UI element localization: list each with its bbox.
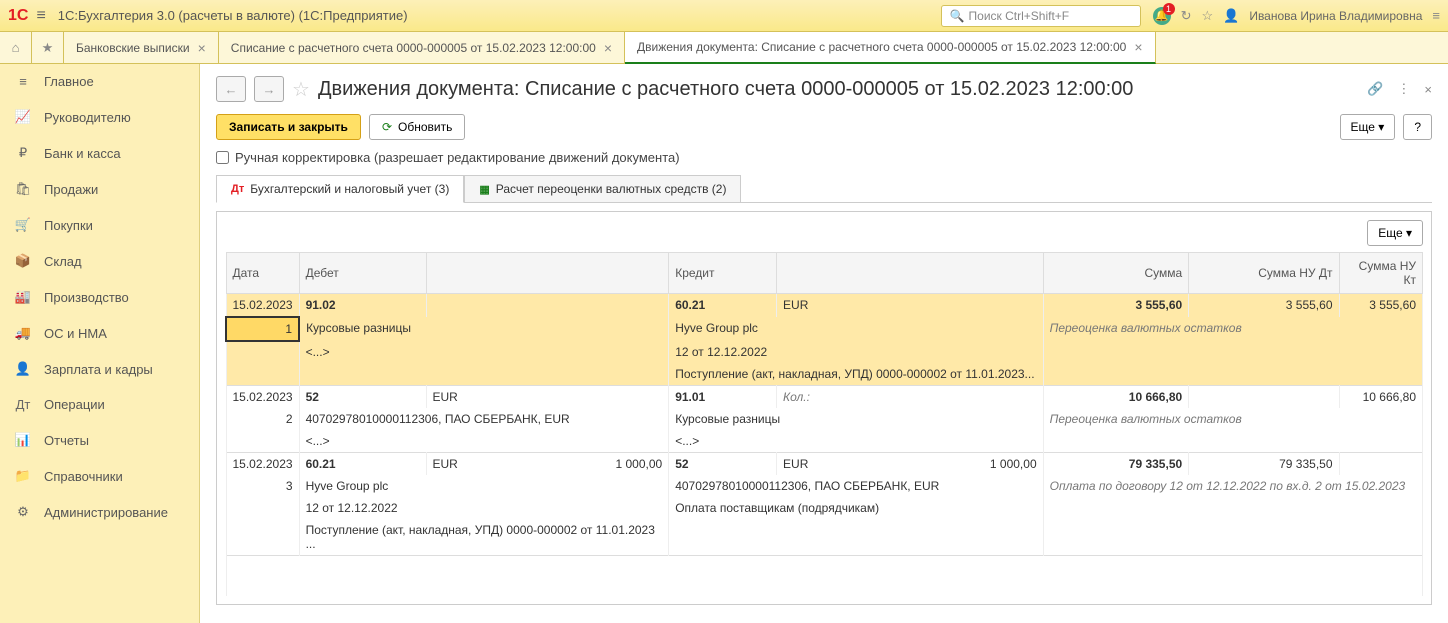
- manual-edit-label: Ручная корректировка (разрешает редактир…: [235, 150, 680, 165]
- cart-icon: 🛒: [14, 217, 32, 233]
- table-row[interactable]: Поступление (акт, накладная, УПД) 0000-0…: [226, 519, 1423, 556]
- tabbar: ⌂ ★ Банковские выписки × Списание с расч…: [0, 32, 1448, 64]
- bag-icon: 🛍: [14, 181, 32, 197]
- save-close-button[interactable]: Записать и закрыть: [216, 114, 361, 140]
- sidebar-item-warehouse[interactable]: 📦Склад: [0, 243, 199, 279]
- ops-icon: Дт: [14, 397, 32, 412]
- table-row[interactable]: <...> 12 от 12.12.2022: [226, 341, 1423, 363]
- col-credit: Кредит: [669, 253, 777, 294]
- sidebar-item-production[interactable]: 🏭Производство: [0, 279, 199, 315]
- table-row[interactable]: 15.02.2023 60.21 EUR1 000,00 52 EUR1 000…: [226, 453, 1423, 476]
- sidebar-item-operations[interactable]: ДтОперации: [0, 387, 199, 422]
- col-sum-kt: Сумма НУ Кт: [1339, 253, 1423, 294]
- chart-icon: 📈: [14, 109, 32, 125]
- ruble-icon: ₽: [14, 145, 32, 161]
- nav-forward-button[interactable]: →: [254, 76, 284, 102]
- tab-accounting[interactable]: ДтБухгалтерский и налоговый учет (3): [216, 175, 464, 203]
- content: ← → ☆ Движения документа: Списание с рас…: [200, 64, 1448, 623]
- help-button[interactable]: ?: [1403, 114, 1432, 140]
- data-panel: Еще ▾ Дата Дебет Кредит Сумма Сумма НУ Д…: [216, 211, 1432, 605]
- sidebar-item-admin[interactable]: ⚙Администрирование: [0, 494, 199, 530]
- col-sum: Сумма: [1043, 253, 1189, 294]
- sidebar-item-assets[interactable]: 🚚ОС и НМА: [0, 315, 199, 351]
- factory-icon: 🏭: [14, 289, 32, 305]
- folder-icon: 📁: [14, 468, 32, 484]
- sidebar-item-manager[interactable]: 📈Руководителю: [0, 99, 199, 135]
- sidebar-item-reports[interactable]: 📊Отчеты: [0, 422, 199, 458]
- gear-icon: ⚙: [14, 504, 32, 520]
- header-icons: 🔔 1 ↻ ☆ 👤 Иванова Ирина Владимировна ≡: [1153, 7, 1440, 25]
- tab-revaluation[interactable]: ▦Расчет переоценки валютных средств (2): [464, 175, 741, 202]
- dt-kt-icon: Дт: [231, 183, 244, 195]
- home-icon: ≡: [14, 74, 32, 89]
- truck-icon: 🚚: [14, 325, 32, 341]
- close-icon[interactable]: ×: [1134, 39, 1142, 55]
- user-icon[interactable]: 👤: [1223, 8, 1239, 24]
- table-row[interactable]: 15.02.2023 91.02 60.21 EUR 3 555,60 3 55…: [226, 294, 1423, 318]
- app-title: 1С:Бухгалтерия 3.0 (расчеты в валюте) (1…: [58, 8, 408, 23]
- app-header: 1С ≡ 1С:Бухгалтерия 3.0 (расчеты в валют…: [0, 0, 1448, 32]
- page-title: Движения документа: Списание с расчетног…: [318, 78, 1134, 101]
- sidebar: ≡Главное 📈Руководителю ₽Банк и касса 🛍Пр…: [0, 64, 200, 623]
- menu-icon[interactable]: ≡: [36, 7, 45, 25]
- close-icon[interactable]: ×: [1424, 82, 1432, 97]
- table-icon: ▦: [479, 183, 489, 196]
- sidebar-item-main[interactable]: ≡Главное: [0, 64, 199, 99]
- notifications-icon[interactable]: 🔔 1: [1153, 7, 1171, 25]
- search-input[interactable]: 🔍 Поиск Ctrl+Shift+F: [941, 5, 1141, 27]
- history-icon[interactable]: ↻: [1181, 8, 1192, 24]
- box-icon: 📦: [14, 253, 32, 269]
- person-icon: 👤: [14, 361, 32, 377]
- link-icon[interactable]: 🔗: [1367, 81, 1383, 97]
- table-row[interactable]: Поступление (акт, накладная, УПД) 0000-0…: [226, 363, 1423, 386]
- table-row[interactable]: <...> <...>: [226, 430, 1423, 453]
- settings-icon[interactable]: ≡: [1432, 8, 1440, 23]
- sidebar-item-salary[interactable]: 👤Зарплата и кадры: [0, 351, 199, 387]
- sidebar-item-sales[interactable]: 🛍Продажи: [0, 171, 199, 207]
- tab-movements[interactable]: Движения документа: Списание с расчетног…: [625, 32, 1155, 64]
- sidebar-item-bank[interactable]: ₽Банк и касса: [0, 135, 199, 171]
- search-icon: 🔍: [950, 9, 965, 23]
- more-button[interactable]: Еще ▾: [1340, 114, 1396, 140]
- manual-edit-checkbox[interactable]: [216, 151, 229, 164]
- refresh-icon: ⟳: [382, 120, 392, 134]
- table-row[interactable]: 2 40702978010000112306, ПАО СБЕРБАНК, EU…: [226, 408, 1423, 430]
- panel-more-button[interactable]: Еще ▾: [1367, 220, 1423, 246]
- favorite-star-icon[interactable]: ☆: [292, 77, 310, 102]
- sidebar-item-catalogs[interactable]: 📁Справочники: [0, 458, 199, 494]
- col-debit: Дебет: [299, 253, 426, 294]
- col-sum-dt: Сумма НУ Дт: [1189, 253, 1339, 294]
- home-tab[interactable]: ⌂: [0, 32, 32, 64]
- favorites-tab[interactable]: ★: [32, 32, 64, 64]
- tab-bank-statements[interactable]: Банковские выписки ×: [64, 32, 219, 64]
- username: Иванова Ирина Владимировна: [1249, 9, 1422, 23]
- close-icon[interactable]: ×: [198, 40, 206, 56]
- close-icon[interactable]: ×: [604, 40, 612, 56]
- table-row[interactable]: 1 Курсовые разницы Hyve Group plc Переоц…: [226, 317, 1423, 341]
- sidebar-item-purchases[interactable]: 🛒Покупки: [0, 207, 199, 243]
- notification-badge: 1: [1163, 3, 1175, 15]
- star-icon[interactable]: ☆: [1201, 8, 1213, 24]
- postings-table: Дата Дебет Кредит Сумма Сумма НУ Дт Сумм…: [225, 252, 1423, 596]
- logo-1c: 1С: [8, 7, 28, 25]
- table-row[interactable]: 3 Hyve Group plc 40702978010000112306, П…: [226, 475, 1423, 497]
- refresh-button[interactable]: ⟳Обновить: [369, 114, 465, 140]
- bars-icon: 📊: [14, 432, 32, 448]
- col-date: Дата: [226, 253, 299, 294]
- table-row[interactable]: 15.02.2023 52 EUR 91.01 Кол.: 10 666,80 …: [226, 386, 1423, 409]
- nav-back-button[interactable]: ←: [216, 76, 246, 102]
- kebab-icon[interactable]: ⋮: [1397, 81, 1410, 97]
- tab-writeoff[interactable]: Списание с расчетного счета 0000-000005 …: [219, 32, 625, 64]
